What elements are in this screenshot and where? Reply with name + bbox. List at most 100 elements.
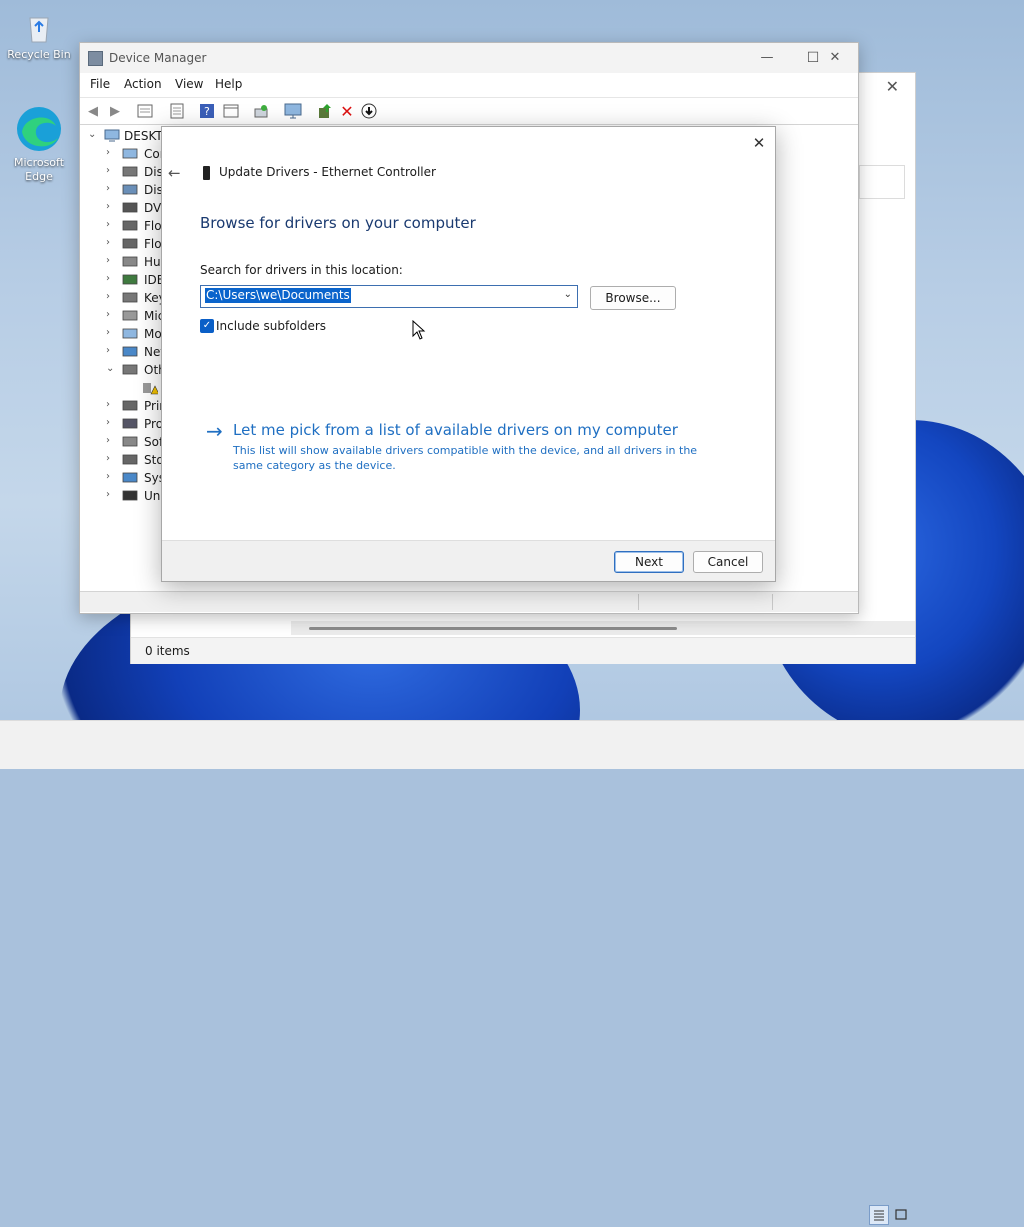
tree-item-label: Mo	[144, 327, 162, 341]
status-separator	[638, 594, 639, 610]
desktop-icon-recycle-bin[interactable]: Recycle Bin	[4, 10, 74, 61]
close-icon[interactable]: ✕	[749, 133, 769, 153]
back-icon[interactable]: ◀	[84, 102, 102, 120]
tree-item[interactable]: › Key	[80, 289, 164, 307]
mouse-cursor-icon	[412, 319, 426, 343]
edge-icon	[14, 104, 64, 154]
status-bar	[80, 591, 858, 612]
menu-action[interactable]: Action	[124, 77, 162, 91]
next-button[interactable]: Next	[614, 551, 684, 573]
chevron-right-icon[interactable]: ›	[106, 471, 110, 482]
status-text: 0 items	[145, 644, 190, 658]
tree-item[interactable]: › Cor	[80, 145, 164, 163]
tree-item[interactable]: ›Flop	[80, 217, 164, 235]
device-category-icon	[122, 291, 138, 304]
scan-hardware-icon[interactable]	[252, 102, 270, 120]
tree-item[interactable]: › Prir	[80, 397, 164, 415]
scrollbar-thumb[interactable]	[309, 627, 677, 630]
chevron-right-icon[interactable]: ›	[106, 237, 110, 248]
chevron-right-icon[interactable]: ›	[106, 147, 110, 158]
details-view-icon[interactable]	[869, 1205, 889, 1225]
tree-item[interactable]: ›Stor	[80, 451, 164, 469]
pick-driver-link[interactable]: Let me pick from a list of available dri…	[233, 421, 678, 439]
driver-path-combobox[interactable]: C:\Users\we\Documents ⌄	[200, 285, 578, 308]
chevron-right-icon[interactable]: ›	[106, 417, 110, 428]
cancel-button[interactable]: Cancel	[693, 551, 763, 573]
chevron-right-icon[interactable]: ›	[106, 201, 110, 212]
tree-item[interactable]: ›Flop	[80, 235, 164, 253]
large-icons-view-icon[interactable]	[891, 1205, 911, 1225]
chevron-right-icon[interactable]: ›	[106, 345, 110, 356]
dialog-heading: Browse for drivers on your computer	[200, 214, 476, 232]
chevron-right-icon[interactable]: ›	[106, 399, 110, 410]
menu-help[interactable]: Help	[215, 77, 242, 91]
driver-path-value[interactable]: C:\Users\we\Documents	[205, 288, 351, 303]
close-icon[interactable]: ✕	[812, 47, 858, 69]
tree-item[interactable]: › IDE	[80, 271, 164, 289]
close-icon[interactable]: ✕	[886, 77, 899, 96]
chevron-right-icon[interactable]: ›	[106, 327, 110, 338]
back-arrow-icon[interactable]: ←	[168, 164, 181, 182]
properties-icon[interactable]	[168, 102, 186, 120]
tree-item[interactable]: ›Syst	[80, 469, 164, 487]
tree-root[interactable]: ⌄ DESKTO	[80, 127, 164, 145]
tree-item[interactable]: ›Hun	[80, 253, 164, 271]
dialog-footer: Next Cancel	[162, 540, 775, 581]
device-category-icon	[122, 327, 138, 340]
include-subfolders-label[interactable]: Include subfolders	[216, 319, 326, 333]
arrow-right-icon[interactable]: →	[206, 419, 223, 443]
search-box[interactable]	[859, 165, 905, 199]
status-bar: 0 items	[131, 637, 915, 1225]
device-category-icon	[122, 165, 138, 178]
browse-button[interactable]: Browse...	[590, 286, 676, 310]
update-driver-icon[interactable]	[316, 102, 334, 120]
tree-root-label: DESKTO	[124, 129, 164, 143]
tree-item[interactable]: › Net	[80, 343, 164, 361]
device-category-icon	[122, 435, 138, 448]
monitor-icon[interactable]	[284, 102, 302, 120]
uninstall-icon[interactable]: ✕	[338, 102, 356, 121]
tree-item[interactable]: › Pro	[80, 415, 164, 433]
status-separator	[772, 594, 773, 610]
menu-view[interactable]: View	[175, 77, 203, 91]
include-subfolders-checkbox[interactable]: ✓	[200, 319, 214, 333]
chevron-right-icon[interactable]: ›	[106, 453, 110, 464]
tree-item[interactable]	[80, 379, 164, 397]
desktop-icon-edge[interactable]: Microsoft Edge	[4, 104, 74, 184]
taskbar	[0, 720, 1024, 769]
properties-view-icon[interactable]	[136, 102, 154, 120]
svg-text:?: ?	[204, 105, 210, 118]
chevron-right-icon[interactable]: ›	[106, 435, 110, 446]
chevron-right-icon[interactable]: ›	[106, 489, 110, 500]
disable-device-icon[interactable]	[360, 102, 378, 120]
tree-item[interactable]: › Mic	[80, 307, 164, 325]
tree-item[interactable]: › Mo	[80, 325, 164, 343]
tree-item[interactable]: ›Disk	[80, 163, 164, 181]
view-icon[interactable]	[222, 102, 240, 120]
chevron-right-icon[interactable]: ›	[106, 183, 110, 194]
tree-item[interactable]: ›Univ	[80, 487, 164, 505]
chevron-right-icon[interactable]: ›	[106, 255, 110, 266]
tree-item[interactable]: ⌄ Oth	[80, 361, 164, 379]
device-category-icon	[122, 255, 138, 268]
chevron-down-icon[interactable]: ⌄	[88, 129, 96, 140]
menu-bar: File Action View Help	[80, 74, 858, 96]
chevron-right-icon[interactable]: ›	[106, 219, 110, 230]
chevron-right-icon[interactable]: ›	[106, 165, 110, 176]
chevron-down-icon[interactable]: ⌄	[106, 363, 114, 374]
horizontal-scrollbar[interactable]	[291, 621, 915, 635]
title-bar[interactable]: Device Manager — ☐ ✕	[80, 43, 858, 73]
minimize-icon[interactable]: —	[744, 47, 790, 69]
tree-item[interactable]: ›DVD	[80, 199, 164, 217]
chevron-down-icon[interactable]: ⌄	[564, 289, 572, 300]
device-category-icon	[122, 273, 138, 286]
tree-item[interactable]: ›Disp	[80, 181, 164, 199]
menu-file[interactable]: File	[90, 77, 110, 91]
forward-icon[interactable]: ▶	[106, 102, 124, 120]
tree-item[interactable]: ›Soft	[80, 433, 164, 451]
chevron-right-icon[interactable]: ›	[106, 291, 110, 302]
help-icon[interactable]: ?	[198, 102, 216, 120]
chevron-right-icon[interactable]: ›	[106, 273, 110, 284]
device-manager-icon	[88, 51, 103, 66]
chevron-right-icon[interactable]: ›	[106, 309, 110, 320]
